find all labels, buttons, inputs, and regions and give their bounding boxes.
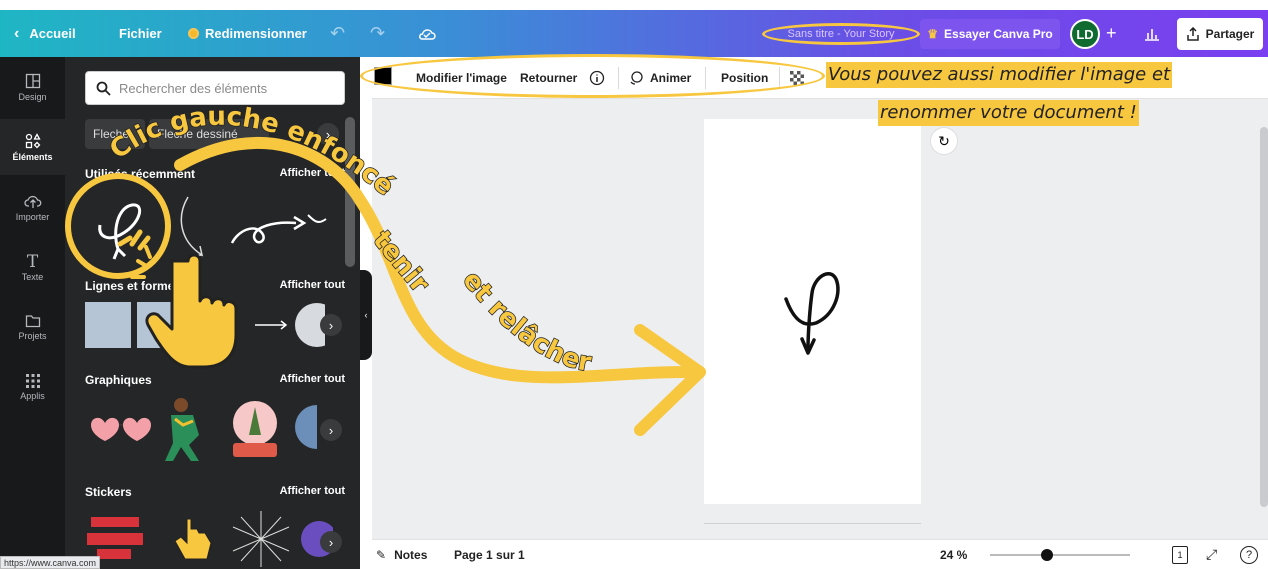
see-all-link[interactable]: Afficher tout xyxy=(280,167,345,179)
rail-label: Projets xyxy=(18,330,47,341)
zoom-slider[interactable] xyxy=(990,549,1130,561)
grid-icon xyxy=(25,373,40,388)
section-title: Stickers xyxy=(85,485,132,499)
try-pro-button[interactable]: ♛ Essayer Canva Pro xyxy=(920,19,1060,49)
zoom-level[interactable]: 24 % xyxy=(940,548,967,562)
elements-panel: Rechercher des éléments Fleche Fleche de… xyxy=(65,57,360,569)
refresh-icon[interactable]: ↻ xyxy=(930,127,958,155)
rail-label: Texte xyxy=(21,272,44,282)
collapse-panel-handle[interactable]: ‹ xyxy=(360,270,372,360)
share-button[interactable]: Partager xyxy=(1177,18,1263,50)
layout-icon xyxy=(25,73,40,88)
rail-item-apps[interactable]: Applis xyxy=(0,359,65,415)
character-graphic xyxy=(165,398,199,461)
bottom-bar: ✎ Notes Page 1 sur 1 24 % 1 ⤢ ? xyxy=(372,539,1268,569)
stickers-row[interactable] xyxy=(83,509,333,569)
shapes-icon xyxy=(25,132,41,148)
toolbar-highlight-oval xyxy=(360,54,825,98)
status-url: https://www.canva.com xyxy=(0,556,101,569)
hand-sticker xyxy=(174,518,212,560)
tip-line-2: renommer votre document ! xyxy=(878,100,1139,126)
search-icon xyxy=(96,81,111,96)
notes-icon: ✎ xyxy=(376,547,387,562)
text-icon: T xyxy=(26,252,39,272)
fullscreen-icon[interactable]: ⤢ xyxy=(1206,546,1217,563)
chevron-right-icon[interactable]: › xyxy=(317,123,339,145)
search-input[interactable]: Rechercher des éléments xyxy=(85,71,345,105)
recent-elements-row[interactable] xyxy=(80,187,350,277)
home-label: Accueil xyxy=(29,26,76,41)
notes-button[interactable]: ✎ Notes xyxy=(376,548,427,562)
crown-icon: ♛ xyxy=(927,27,939,41)
chevron-left-icon: ‹ xyxy=(14,24,20,42)
help-icon[interactable]: ? xyxy=(1240,546,1258,564)
cloud-sync-icon[interactable] xyxy=(418,10,436,57)
page-count-badge[interactable]: 1 xyxy=(1172,546,1188,564)
add-page-bar[interactable] xyxy=(704,523,921,524)
add-member-icon[interactable]: + xyxy=(1106,10,1117,57)
valentines-sticker xyxy=(87,517,143,559)
graphics-row[interactable] xyxy=(83,395,333,465)
design-page[interactable] xyxy=(704,119,921,504)
snow-globe-graphic xyxy=(233,401,277,457)
insights-icon[interactable] xyxy=(1144,10,1160,57)
line-thumbnail[interactable] xyxy=(255,302,325,348)
rail-item-projects[interactable]: Projets xyxy=(0,299,65,355)
upload-cloud-icon xyxy=(23,195,41,208)
heart-glasses-graphic xyxy=(91,417,151,441)
burst-sticker xyxy=(232,511,290,567)
rail-item-elements[interactable]: Éléments xyxy=(0,119,65,175)
section-title: Graphiques xyxy=(85,373,152,387)
curly-arrow-element[interactable] xyxy=(774,269,864,364)
chevron-right-icon[interactable]: › xyxy=(320,314,342,336)
rail-label: Applis xyxy=(20,390,45,401)
resize-label: Redimensionner xyxy=(205,26,307,41)
avatar[interactable]: LD xyxy=(1070,19,1100,49)
rail-item-upload[interactable]: Importer xyxy=(0,179,65,235)
file-menu[interactable]: Fichier xyxy=(119,10,162,57)
redo-icon[interactable]: ↷ xyxy=(370,10,385,57)
rail-item-text[interactable]: T Texte xyxy=(0,239,65,295)
shape-thumbnail[interactable] xyxy=(137,302,183,348)
canvas-scrollbar[interactable] xyxy=(1260,127,1268,507)
share-icon xyxy=(1186,27,1199,41)
search-placeholder: Rechercher des éléments xyxy=(119,80,268,96)
workspace: Modifier l'image Retourner Animer Positi… xyxy=(360,54,1268,569)
home-button[interactable]: ‹ Accueil xyxy=(14,10,76,57)
share-label: Partager xyxy=(1205,27,1255,41)
filter-chip[interactable]: Fleche dessiné xyxy=(149,119,269,149)
chevron-right-icon[interactable]: › xyxy=(320,531,342,553)
top-bar: ‹ Accueil Fichier Redimensionner ↶ ↷ San… xyxy=(0,10,1268,57)
side-rail: Design Éléments Importer T Texte Projets… xyxy=(0,57,65,569)
filter-chip[interactable]: Fleche xyxy=(85,119,145,149)
rail-item-design[interactable]: Design xyxy=(0,59,65,115)
undo-icon[interactable]: ↶ xyxy=(330,10,345,57)
section-title: Lignes et formes xyxy=(85,279,182,293)
notes-label: Notes xyxy=(394,547,428,562)
crown-icon xyxy=(188,28,199,39)
shape-thumbnail[interactable] xyxy=(85,302,131,348)
zoom-slider-knob[interactable] xyxy=(1041,549,1054,561)
rail-label: Importer xyxy=(15,211,50,222)
rail-label: Éléments xyxy=(12,151,53,162)
folder-icon xyxy=(25,314,40,327)
canva-editor: ‹ Accueil Fichier Redimensionner ↶ ↷ San… xyxy=(0,0,1268,569)
rail-label: Design xyxy=(18,91,47,102)
see-all-link[interactable]: Afficher tout xyxy=(280,485,345,497)
section-title: Utilisés récemment xyxy=(85,167,196,181)
tip-line-1: Vous pouvez aussi modifier l'image et xyxy=(826,62,1173,88)
try-pro-label: Essayer Canva Pro xyxy=(944,27,1053,41)
page-indicator: Page 1 sur 1 xyxy=(454,547,525,562)
see-all-link[interactable]: Afficher tout xyxy=(280,279,345,291)
resize-button[interactable]: Redimensionner xyxy=(188,10,307,57)
chevron-right-icon[interactable]: › xyxy=(320,419,342,441)
see-all-link[interactable]: Afficher tout xyxy=(280,373,345,385)
document-title[interactable]: Sans titre - Your Story xyxy=(762,23,920,45)
